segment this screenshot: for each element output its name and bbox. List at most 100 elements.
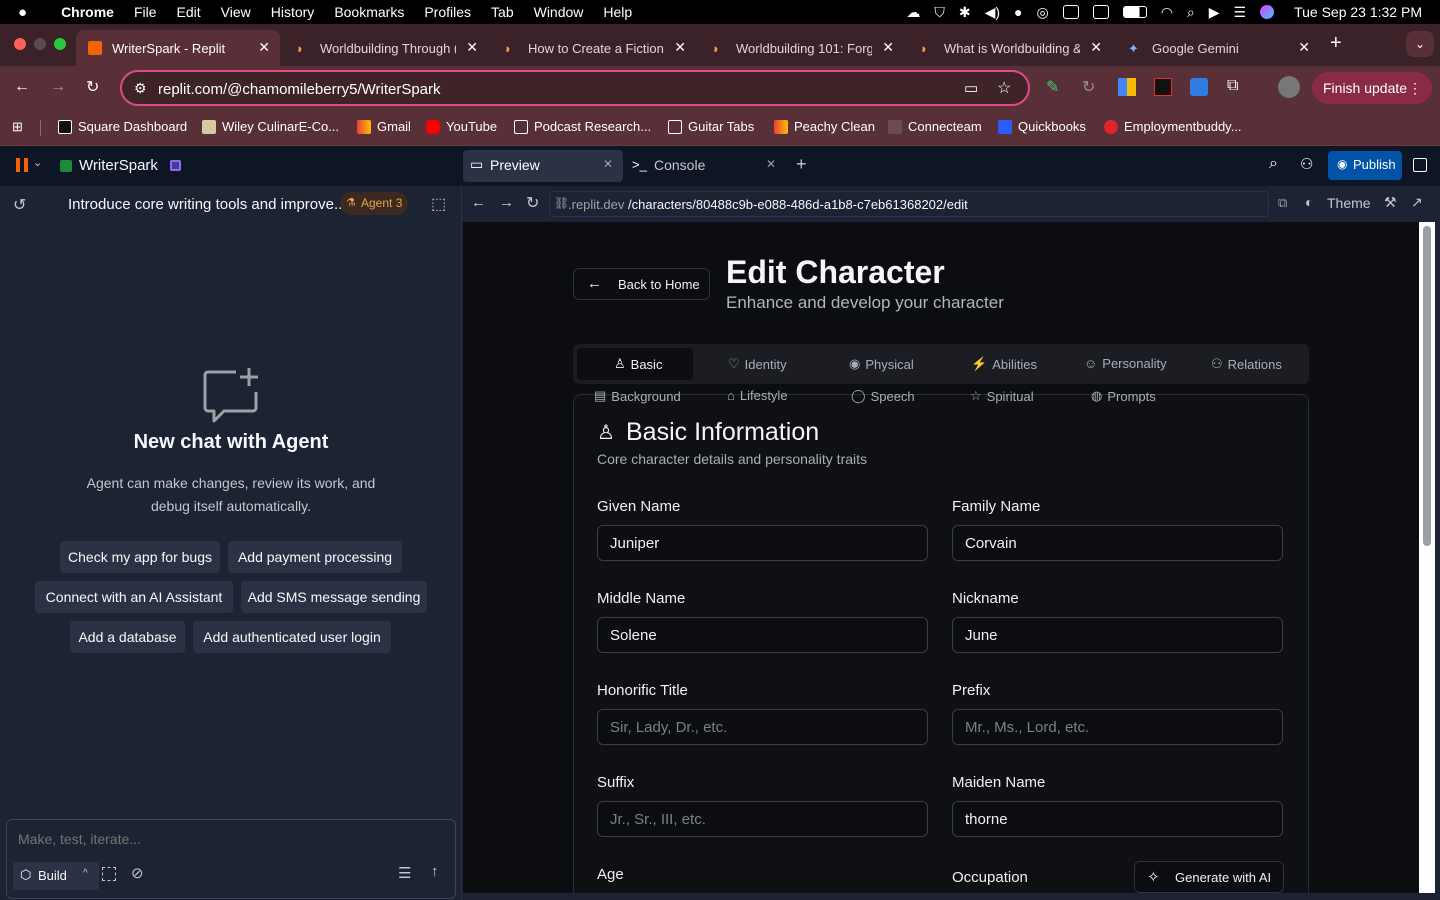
tab-identity[interactable]: ♡ Identity — [728, 356, 787, 372]
tab-search-chevron-icon[interactable]: ⌄ — [1406, 31, 1434, 57]
extension-dark-icon[interactable] — [1154, 78, 1172, 96]
suggestion-ai-assistant[interactable]: Connect with an AI Assistant — [35, 581, 233, 613]
menu-app-name[interactable]: Chrome — [61, 4, 114, 20]
close-tab-icon[interactable]: ✕ — [603, 157, 613, 171]
close-tab-icon[interactable]: ✕ — [766, 157, 776, 171]
profile-avatar[interactable] — [1278, 76, 1300, 98]
bookmark-guitar-tabs[interactable]: Guitar Tabs — [668, 119, 754, 134]
build-mode-button[interactable]: ⬡ Build ^ — [13, 862, 99, 890]
preview-reload-icon[interactable]: ↻ — [526, 193, 539, 213]
browser-tab-how-to-create[interactable]: ◗ How to Create a Fictiona ✕ — [492, 30, 696, 66]
bookmark-peachy-clean[interactable]: Peachy Clean — [774, 119, 875, 134]
browser-tab-writerspark[interactable]: WriterSpark - Replit ✕ — [76, 30, 280, 66]
account-icon[interactable]: ◎ — [1036, 4, 1048, 21]
bookmark-star-icon[interactable]: ☆ — [997, 78, 1011, 98]
preview-back-icon[interactable]: ← — [471, 194, 486, 211]
site-settings-icon[interactable]: ⚙ — [134, 80, 147, 97]
browser-tab-worldbuilding-101[interactable]: ◗ Worldbuilding 101: Forg ✕ — [700, 30, 904, 66]
window-icon[interactable] — [1092, 5, 1109, 19]
bookmark-square-dashboard[interactable]: Square Dashboard — [58, 119, 187, 134]
honorific-title-input[interactable] — [597, 709, 928, 745]
tab-abilities[interactable]: ⚡ Abilities — [971, 356, 1037, 372]
suggestion-user-login[interactable]: Add authenticated user login — [193, 621, 391, 653]
preview-scrollbar-thumb[interactable] — [1423, 226, 1431, 546]
tab-speech[interactable]: ◯ Speech — [851, 388, 915, 404]
preview-url-bar[interactable]: ⛓ .replit.dev /characters/80488c9b-e088-… — [549, 191, 1269, 217]
menu-help[interactable]: Help — [603, 4, 632, 20]
back-icon[interactable]: ← — [14, 78, 30, 96]
publish-button[interactable]: ◉ Publish — [1328, 151, 1402, 180]
tab-physical[interactable]: ◉ Physical — [849, 356, 914, 372]
invite-user-icon[interactable]: ⚇ — [1300, 155, 1313, 173]
close-window-icon[interactable] — [14, 38, 26, 50]
close-tab-icon[interactable]: ✕ — [258, 39, 270, 56]
tab-prompts[interactable]: ◍ Prompts — [1091, 388, 1156, 404]
close-tab-icon[interactable]: ✕ — [1298, 39, 1310, 56]
shield-icon[interactable]: ⛉ — [934, 4, 945, 21]
extension-blue-icon[interactable] — [1190, 78, 1208, 96]
wifi-icon[interactable]: ◠ — [1161, 4, 1173, 21]
replit-menu-chevron-icon[interactable]: ⌄ — [33, 156, 42, 169]
attach-icon[interactable]: ⊘ — [131, 864, 144, 882]
menu-edit[interactable]: Edit — [177, 4, 201, 20]
tab-personality[interactable]: ☺ Personality — [1084, 356, 1167, 371]
select-element-icon[interactable] — [102, 867, 116, 881]
minimize-window-icon[interactable] — [34, 38, 46, 50]
volume-icon[interactable]: ◀) — [985, 4, 1000, 21]
bookmark-podcast-research[interactable]: Podcast Research... — [514, 119, 651, 134]
generate-with-ai-button[interactable]: ✧ Generate with AI — [1134, 861, 1284, 893]
back-to-home-button[interactable]: ← Back to Home — [573, 268, 710, 300]
bookmark-connecteam[interactable]: Connecteam — [888, 119, 982, 134]
prefix-input[interactable] — [952, 709, 1283, 745]
agent-input[interactable] — [8, 824, 448, 854]
install-app-icon[interactable]: ▭ — [964, 79, 978, 97]
bookmark-wiley[interactable]: Wiley CulinarE-Co... — [202, 119, 339, 134]
battery-icon[interactable] — [1122, 6, 1147, 18]
display-icon[interactable] — [1062, 5, 1079, 19]
extensions-puzzle-icon[interactable]: ⧉ — [1227, 77, 1238, 95]
middle-name-input[interactable] — [597, 617, 928, 653]
devices-icon[interactable]: ⧉ — [1278, 195, 1287, 211]
preview-forward-icon[interactable]: → — [499, 194, 514, 211]
replit-logo-icon[interactable] — [16, 158, 28, 172]
tab-spiritual[interactable]: ☆ Spiritual — [970, 388, 1034, 404]
tab-background[interactable]: ▤ Background — [594, 388, 681, 404]
close-tab-icon[interactable]: ✕ — [466, 39, 478, 56]
browser-tab-what-is-worldbuilding[interactable]: ◗ What is Worldbuilding & ✕ — [908, 30, 1112, 66]
menu-file[interactable]: File — [134, 4, 157, 20]
forward-icon[interactable]: → — [50, 78, 66, 96]
extension-pen-icon[interactable]: ✎ — [1046, 77, 1059, 97]
menu-view[interactable]: View — [221, 4, 251, 20]
cloud-icon[interactable]: ☁ — [906, 4, 920, 21]
control-center-icon[interactable]: ☰ — [1234, 4, 1247, 21]
menu-window[interactable]: Window — [534, 4, 584, 20]
menubar-clock[interactable]: Tue Sep 23 1:32 PM — [1294, 4, 1422, 20]
repl-name[interactable]: WriterSpark — [79, 157, 158, 174]
close-tab-icon[interactable]: ✕ — [1090, 39, 1102, 56]
address-bar[interactable]: ⚙ replit.com/@chamomileberry5/WriterSpar… — [120, 70, 1030, 106]
wrench-icon[interactable]: ⚒ — [1384, 194, 1397, 211]
tab-preview[interactable]: ▭ Preview ✕ — [463, 150, 623, 182]
theme-button[interactable]: Theme — [1327, 195, 1371, 211]
siri-icon[interactable] — [1260, 5, 1275, 19]
apple-icon[interactable]: ● — [18, 4, 27, 21]
bookmark-youtube[interactable]: YouTube — [426, 119, 497, 134]
thread-title[interactable]: Introduce core writing tools and improve… — [68, 196, 346, 213]
tab-relations[interactable]: ⚇ Relations — [1211, 356, 1282, 372]
sidebar-toggle-icon[interactable] — [1413, 158, 1427, 172]
new-tab-icon[interactable]: + — [1330, 32, 1342, 55]
bluetooth-icon[interactable]: ✱ — [959, 4, 971, 21]
new-chat-icon[interactable]: ⬚ — [431, 194, 446, 214]
palette-icon[interactable]: ◐ — [1305, 194, 1313, 210]
suffix-input[interactable] — [597, 801, 928, 837]
search-icon[interactable]: ⌕ — [1187, 4, 1195, 21]
reload-icon[interactable]: ↻ — [86, 77, 99, 97]
menu-tab[interactable]: Tab — [491, 4, 514, 20]
zoom-window-icon[interactable] — [54, 38, 66, 50]
menu-history[interactable]: History — [271, 4, 315, 20]
bookmark-gmail[interactable]: Gmail — [357, 119, 411, 134]
browser-tab-google-gemini[interactable]: ✦ Google Gemini ✕ — [1116, 30, 1320, 66]
browser-tab-worldbuilding-through[interactable]: ◗ Worldbuilding Through ( ✕ — [284, 30, 488, 66]
tab-lifestyle[interactable]: ⌂ Lifestyle — [727, 388, 788, 403]
settings-sliders-icon[interactable]: ☰ — [398, 864, 411, 882]
